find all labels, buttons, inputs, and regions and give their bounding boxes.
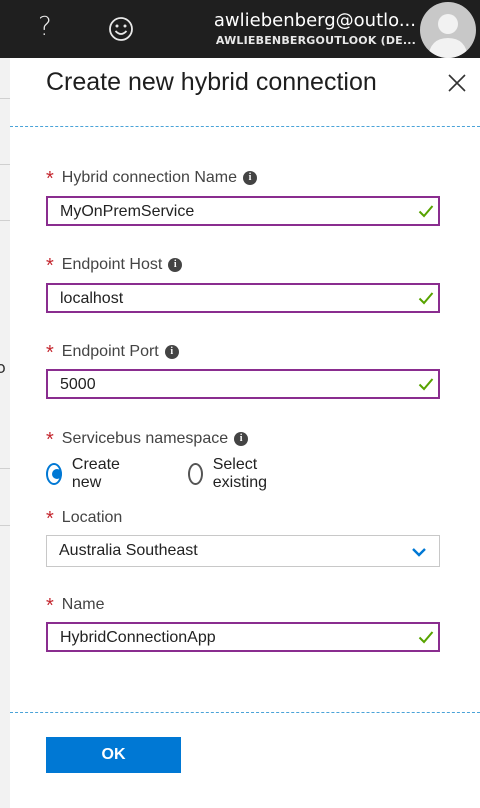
required-marker: * [46,595,54,617]
avatar[interactable] [420,2,476,58]
divider [0,98,10,99]
divider [0,525,10,526]
label-text: Location [61,509,123,526]
portal-top-bar: ? awliebenberg@outlo... AWLIEBENBERGOUTL… [0,0,480,58]
user-tenant: AWLIEBENBERGOUTLOOK (DE... [215,34,416,47]
divider [0,220,10,221]
avatar-person-icon [428,14,468,58]
checkmark-icon [418,205,434,218]
required-marker: * [46,168,54,190]
radio-create-new[interactable]: Create new [46,456,126,492]
required-marker: * [46,255,54,277]
input-value: localhost [60,290,124,307]
endpoint-host-label: * Endpoint Host i [46,252,183,277]
label-text: Hybrid connection Name [61,169,237,186]
ok-button[interactable]: OK [46,737,181,773]
servicebus-namespace-label: * Servicebus namespace i [46,426,249,451]
footer-divider [10,712,480,713]
chevron-down-icon [412,548,426,557]
blade-title: Create new hybrid connection [46,68,377,96]
create-hybrid-connection-blade: Create new hybrid connection * Hybrid con… [10,58,480,808]
header-divider [10,126,480,127]
dropdown-value: Australia Southeast [59,542,198,559]
input-value: MyOnPremService [60,203,195,220]
label-text: Endpoint Port [61,343,159,360]
hybrid-connection-name-input[interactable]: MyOnPremService [46,196,440,226]
endpoint-host-input[interactable]: localhost [46,283,440,313]
user-email: awliebenberg@outlo... [213,10,416,31]
servicebus-name-label: * Name [46,592,105,617]
divider [0,164,10,165]
radio-label: Select existing [212,456,267,491]
account-menu[interactable]: awliebenberg@outlo... AWLIEBENBERGOUTLOO… [180,10,416,47]
label-text: Endpoint Host [61,256,163,273]
radio-select-existing[interactable]: Select existing [188,456,274,492]
info-icon[interactable]: i [243,170,257,185]
background-text-fragment: o [0,358,6,377]
endpoint-port-input[interactable]: 5000 [46,369,440,399]
help-icon[interactable]: ? [38,12,52,42]
info-icon[interactable]: i [168,257,183,272]
servicebus-name-input[interactable]: HybridConnectionApp [46,622,440,652]
input-value: 5000 [60,376,96,393]
checkmark-icon [418,292,434,305]
checkmark-icon [418,631,434,644]
radio-selected-indicator [46,463,62,485]
location-label: * Location [46,505,123,530]
required-marker: * [46,429,54,451]
checkmark-icon [418,378,434,391]
info-icon[interactable]: i [164,344,179,359]
close-icon[interactable] [446,72,468,94]
info-icon[interactable]: i [234,431,249,446]
required-marker: * [46,342,54,364]
endpoint-port-label: * Endpoint Port i [46,339,179,364]
location-dropdown[interactable]: Australia Southeast [46,535,440,567]
radio-unselected-indicator [188,463,203,485]
required-marker: * [46,508,54,530]
divider [0,468,10,469]
radio-label: Create new [71,456,120,491]
feedback-smiley-icon[interactable] [104,12,138,46]
input-value: HybridConnectionApp [60,629,216,646]
hybrid-connection-name-label: * Hybrid connection Name i [46,165,257,190]
label-text: Servicebus namespace [61,430,229,447]
label-text: Name [61,596,105,613]
